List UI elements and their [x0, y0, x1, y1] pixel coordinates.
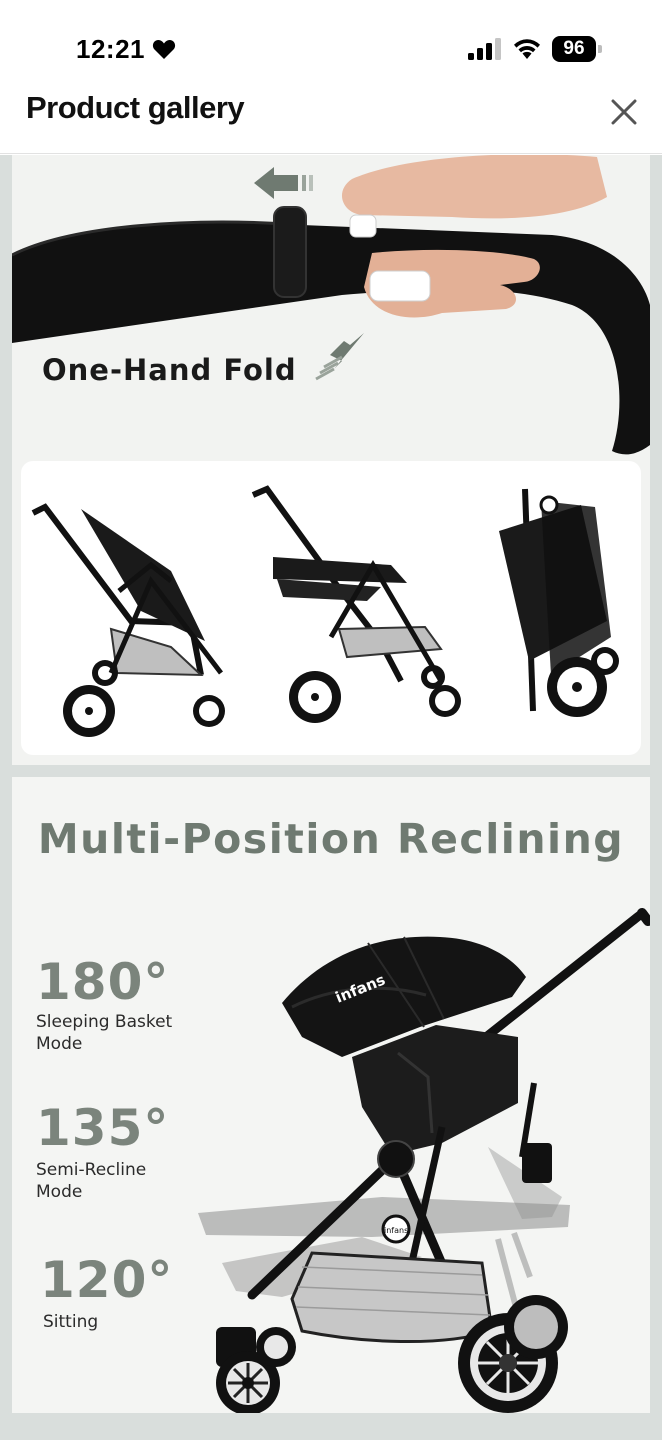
- stroller-open: [31, 503, 225, 737]
- angle-135-label: Semi-Recline Mode: [36, 1160, 147, 1202]
- product-gallery[interactable]: One-Hand Fold Multi-Position Reclining 1…: [0, 155, 662, 1440]
- recline-title: Multi-Position Reclining: [37, 815, 625, 863]
- gallery-image-fold[interactable]: One-Hand Fold: [12, 155, 650, 765]
- angle-135: 135°: [36, 1099, 170, 1157]
- reclining-stroller-illustration: infans infans: [198, 908, 650, 1413]
- battery-icon: 96: [552, 36, 602, 62]
- angle-180-label: Sleeping Basket Mode: [36, 1012, 173, 1054]
- signal-icon: [468, 38, 501, 60]
- wifi-icon: [514, 39, 540, 59]
- handlebar-illustration: [12, 155, 650, 455]
- status-time: 12:21: [76, 34, 145, 64]
- angle-120-label: Sitting: [43, 1312, 99, 1332]
- fold-steps-illustration: [31, 485, 619, 737]
- page-title: Product gallery: [26, 90, 245, 125]
- stroller-folded: [499, 488, 619, 717]
- fold-steps-card: [21, 461, 641, 755]
- gallery-image-recline[interactable]: Multi-Position Reclining 180° Sleeping B…: [12, 777, 650, 1413]
- app-screen: 12:21 96 Product gallery One-Hand Fold M…: [0, 0, 662, 1440]
- svg-text:infans: infans: [384, 1226, 408, 1235]
- close-icon[interactable]: [604, 92, 644, 132]
- battery-level: 96: [552, 36, 596, 62]
- heart-icon: [152, 39, 176, 59]
- stroller-folding: [251, 485, 461, 723]
- angle-180: 180°: [36, 953, 170, 1011]
- status-bar: 12:21 96: [0, 0, 662, 90]
- fold-caption: One-Hand Fold: [42, 353, 297, 387]
- gallery-header: Product gallery: [0, 80, 662, 154]
- battery-cap: [598, 45, 602, 53]
- angle-120: 120°: [40, 1251, 174, 1309]
